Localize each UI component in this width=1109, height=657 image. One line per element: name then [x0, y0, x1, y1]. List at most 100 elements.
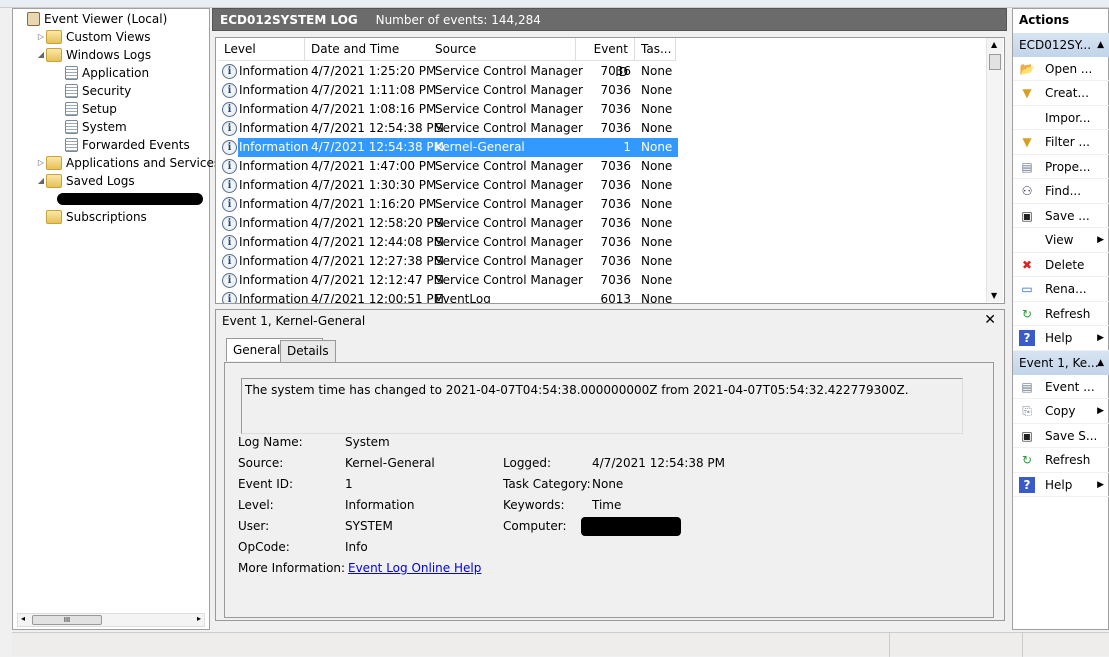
table-cell: 6013: [600, 292, 631, 304]
vertical-scrollbar[interactable]: ▲ ▼: [986, 38, 1003, 302]
submenu-arrow-icon: ▶: [1097, 235, 1104, 245]
action-item[interactable]: ? Help ▶: [1013, 473, 1109, 497]
action-item[interactable]: ▣ Save S...: [1013, 424, 1109, 448]
filter-icon: ▼: [1022, 86, 1032, 100]
log-icon: [65, 138, 78, 152]
table-row[interactable]: i Information 4/7/2021 1:08:16 PM Service C…: [218, 100, 988, 119]
information-icon: i: [222, 273, 237, 288]
tree-item[interactable]: Forwarded Events: [55, 136, 190, 154]
tree-item-label: Saved Logs: [66, 174, 135, 188]
field-label: Event ID:: [238, 477, 294, 491]
information-icon: i: [222, 64, 237, 79]
blank-icon: [1019, 232, 1035, 248]
table-row[interactable]: i Information 4/7/2021 12:12:47 PM Service …: [218, 271, 988, 290]
column-header[interactable]: Level: [218, 38, 305, 61]
action-item[interactable]: 📂 Open ...: [1013, 57, 1109, 81]
action-item[interactable]: View ▶: [1013, 229, 1109, 253]
table-row[interactable]: i Information 4/7/2021 1:47:00 PM Service C…: [218, 157, 988, 176]
detail-title: Event 1, Kernel-General: [222, 314, 366, 328]
field-label: More Information:: [238, 561, 346, 575]
action-item[interactable]: ▼ Creat...: [1013, 82, 1109, 106]
table-cell: 7036: [600, 178, 631, 192]
table-cell: Service Control Manager: [435, 254, 583, 268]
table-cell: 7036: [600, 254, 631, 268]
scroll-thumb[interactable]: [989, 54, 1001, 70]
collapse-icon[interactable]: ▲: [1097, 351, 1104, 375]
tree-item[interactable]: Security: [55, 82, 131, 100]
tab-details[interactable]: Details: [280, 340, 336, 362]
information-icon: i: [222, 216, 237, 231]
table-cell: None: [641, 292, 673, 304]
table-cell: Service Control Manager: [435, 121, 583, 135]
actions-section-header[interactable]: Event 1, Ke... ▲: [1013, 351, 1109, 375]
action-item[interactable]: ↻ Refresh: [1013, 302, 1109, 326]
tree-item-label: Setup: [82, 102, 117, 116]
tree-item[interactable]: ▷ Custom Views: [36, 28, 151, 46]
collapse-icon[interactable]: ▲: [1097, 33, 1104, 57]
action-item[interactable]: ▣ Save ...: [1013, 204, 1109, 228]
action-item[interactable]: ▼ Filter ...: [1013, 131, 1109, 155]
expander-icon[interactable]: ▷: [36, 28, 46, 46]
tree-item[interactable]: ◢ Saved Logs: [36, 172, 135, 190]
action-item[interactable]: ? Help ▶: [1013, 327, 1109, 351]
table-row[interactable]: i Information 4/7/2021 12:54:38 PM Service …: [218, 119, 988, 138]
table-cell: Service Control Manager: [435, 216, 583, 230]
close-icon[interactable]: ✕: [984, 312, 996, 328]
action-item[interactable]: Impor...: [1013, 106, 1109, 130]
tree-item[interactable]: Event Viewer (Local): [17, 10, 167, 28]
action-label: Creat...: [1045, 86, 1089, 100]
action-item[interactable]: ▤ Event ...: [1013, 375, 1109, 399]
action-item[interactable]: ↻ Refresh: [1013, 449, 1109, 473]
action-item[interactable]: ▭ Rena...: [1013, 278, 1109, 302]
action-item[interactable]: ⚇ Find...: [1013, 180, 1109, 204]
tree-item[interactable]: System: [55, 118, 127, 136]
information-icon: i: [222, 159, 237, 174]
column-header[interactable]: Tas...: [635, 38, 676, 61]
action-label: Help: [1045, 477, 1073, 492]
refresh-icon: ↻: [1021, 453, 1033, 467]
table-cell: Kernel-General: [435, 140, 525, 154]
column-header[interactable]: Event ID: [576, 38, 635, 79]
tree-item[interactable]: ◢ Windows Logs: [36, 46, 151, 64]
table-cell: Information: [239, 292, 309, 304]
tree-item[interactable]: Subscriptions: [36, 208, 147, 226]
table-row[interactable]: i Information 4/7/2021 12:44:08 PM Service …: [218, 233, 988, 252]
table-cell: Information: [239, 64, 309, 78]
table-row[interactable]: i Information 4/7/2021 1:11:08 PM Service C…: [218, 81, 988, 100]
general-pane: The system time has changed to 2021-04-0…: [224, 362, 994, 618]
action-item[interactable]: ⎘ Copy ▶: [1013, 400, 1109, 424]
table-row[interactable]: i Information 4/7/2021 12:00:51 PM EventLog…: [218, 290, 988, 304]
action-label: View: [1045, 233, 1074, 247]
table-cell: None: [641, 178, 673, 192]
table-cell: Service Control Manager: [435, 235, 583, 249]
tree-item[interactable]: [55, 190, 203, 208]
action-item[interactable]: ▤ Prope...: [1013, 155, 1109, 179]
tree-item[interactable]: Application: [55, 64, 149, 82]
horizontal-scrollbar[interactable]: ◂ III ▸: [17, 613, 205, 627]
tree-item[interactable]: Setup: [55, 100, 117, 118]
column-header[interactable]: Source: [429, 38, 576, 61]
table-cell: Service Control Manager: [435, 83, 583, 97]
tree-item[interactable]: ▷ Applications and Services Lo: [36, 154, 238, 172]
expander-icon[interactable]: ◢: [36, 46, 46, 64]
scroll-thumb[interactable]: III: [32, 615, 102, 625]
table-row[interactable]: i Information 4/7/2021 12:27:38 PM Service …: [218, 252, 988, 271]
folder-icon: [46, 30, 62, 44]
table-row[interactable]: i Information 4/7/2021 1:16:20 PM Service C…: [218, 195, 988, 214]
column-header[interactable]: Date and Time: [305, 38, 430, 61]
table-row[interactable]: i Information 4/7/2021 1:25:20 PM Service C…: [218, 62, 988, 81]
table-row[interactable]: i Information 4/7/2021 12:54:38 PM Kernel-G…: [218, 138, 988, 157]
online-help-link[interactable]: Event Log Online Help: [348, 561, 481, 575]
table-cell: None: [641, 197, 673, 211]
actions-section-header[interactable]: ECD012SY... ▲: [1013, 33, 1109, 57]
action-label: Open ...: [1045, 61, 1093, 76]
rename-icon: ▭: [1021, 282, 1033, 296]
action-item[interactable]: ✖ Delete: [1013, 253, 1109, 277]
properties-icon: ▤: [1021, 159, 1033, 174]
folder-icon: [46, 48, 62, 62]
expander-icon[interactable]: ◢: [36, 172, 46, 190]
table-row[interactable]: i Information 4/7/2021 12:58:20 PM Service …: [218, 214, 988, 233]
expander-icon[interactable]: ▷: [36, 154, 46, 172]
table-row[interactable]: i Information 4/7/2021 1:30:30 PM Service C…: [218, 176, 988, 195]
tree-item-label: Windows Logs: [66, 48, 152, 62]
